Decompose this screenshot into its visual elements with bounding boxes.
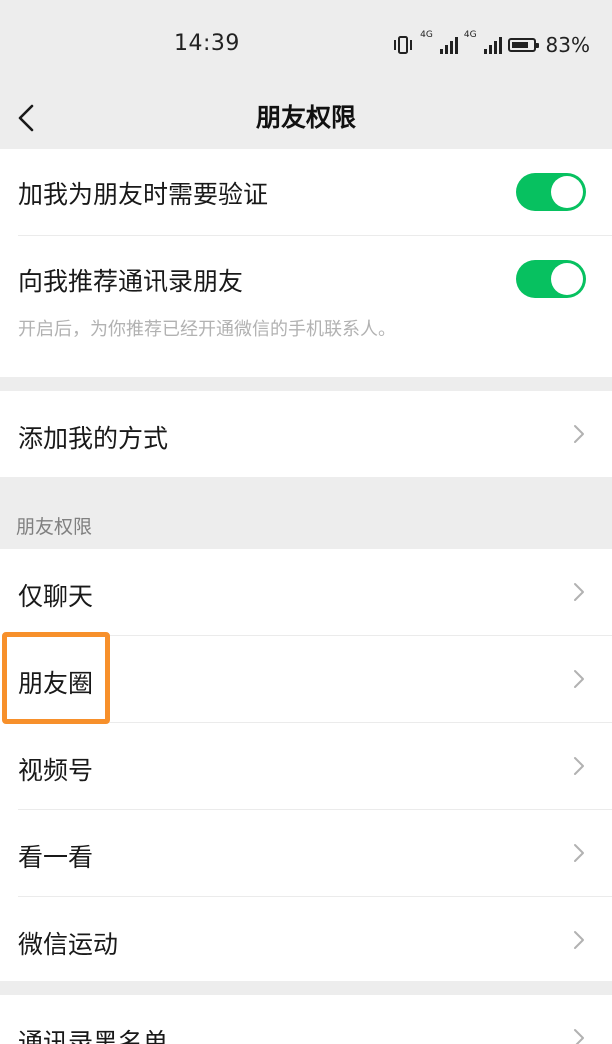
add-method-row[interactable]: 添加我的方式 xyxy=(0,391,612,477)
status-bar: 14:39 4G 4G 83% xyxy=(0,0,612,88)
battery-percent: 83% xyxy=(545,33,590,57)
page-title: 朋友权限 xyxy=(255,103,356,132)
chevron-right-icon xyxy=(574,583,584,601)
permission-row-top-stories[interactable]: 看一看 xyxy=(0,810,612,896)
chevron-right-icon xyxy=(574,425,584,443)
chevron-right-icon xyxy=(574,931,584,949)
blacklist-group: 通讯录黑名单 xyxy=(0,995,612,1044)
chevron-right-icon xyxy=(574,844,584,862)
row-label: 视频号 xyxy=(18,756,94,785)
permission-row-chat-only[interactable]: 仅聊天 xyxy=(0,549,612,635)
blacklist-row[interactable]: 通讯录黑名单 xyxy=(0,995,612,1044)
toggle-label: 向我推荐通讯录朋友 xyxy=(18,267,244,296)
row-label: 添加我的方式 xyxy=(18,424,169,453)
row-label: 通讯录黑名单 xyxy=(18,1028,169,1044)
toggle-row-recommend: 向我推荐通讯录朋友 开启后，为你推荐已经开通微信的手机联系人。 xyxy=(0,236,612,377)
chevron-right-icon xyxy=(574,1029,584,1044)
toggle-subtitle: 开启后，为你推荐已经开通微信的手机联系人。 xyxy=(18,319,396,340)
section-header: 朋友权限 xyxy=(16,516,93,538)
row-label: 微信运动 xyxy=(18,930,119,959)
signal-icon-1 xyxy=(439,36,458,54)
permission-row-channels[interactable]: 视频号 xyxy=(0,723,612,809)
vibrate-icon xyxy=(394,36,413,54)
network-label-1: 4G xyxy=(420,30,433,40)
chevron-right-icon xyxy=(574,757,584,775)
nav-bar: 朋友权限 xyxy=(0,88,612,148)
row-label: 仅聊天 xyxy=(18,582,94,611)
verify-toggle[interactable] xyxy=(516,173,586,211)
row-label: 看一看 xyxy=(18,843,94,872)
toggle-knob xyxy=(551,176,583,208)
recommend-contacts-toggle[interactable] xyxy=(516,260,586,298)
toggle-row-verify: 加我为朋友时需要验证 xyxy=(0,149,612,235)
add-method-group: 添加我的方式 xyxy=(0,391,612,477)
friend-permissions-group: 仅聊天 朋友圈 视频号 看一看 微信运动 xyxy=(0,549,612,981)
verification-group: 加我为朋友时需要验证 向我推荐通讯录朋友 开启后，为你推荐已经开通微信的手机联系… xyxy=(0,149,612,377)
toggle-knob xyxy=(551,263,583,295)
network-label-2: 4G xyxy=(463,30,477,40)
toggle-label: 加我为朋友时需要验证 xyxy=(18,180,269,209)
status-time: 14:39 xyxy=(174,31,240,56)
highlight-box xyxy=(2,632,110,724)
status-icons: 4G 4G 83% xyxy=(392,31,590,59)
signal-icon-2 xyxy=(483,36,502,54)
chevron-right-icon xyxy=(574,670,584,688)
battery-fill xyxy=(511,42,529,48)
permission-row-werun[interactable]: 微信运动 xyxy=(0,897,612,981)
battery-icon xyxy=(507,38,539,52)
